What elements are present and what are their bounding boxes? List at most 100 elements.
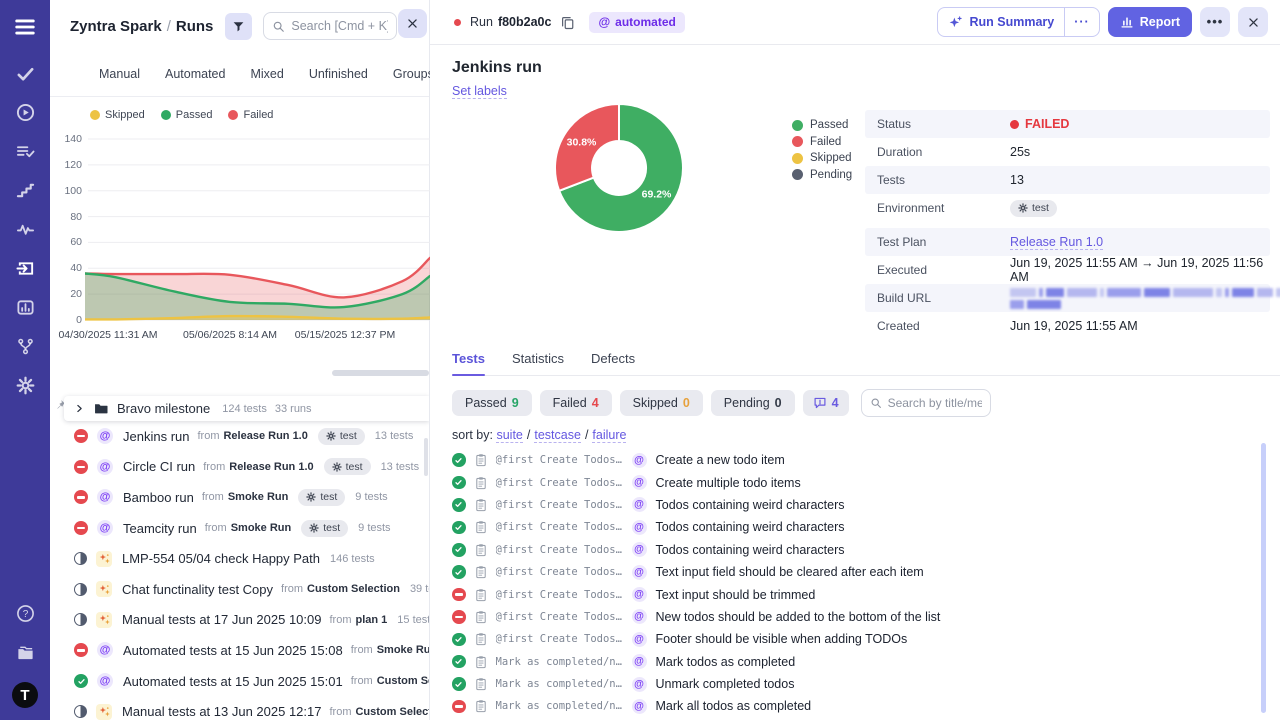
milestones-icon[interactable] bbox=[16, 181, 35, 200]
test-row[interactable]: @first Create Todos…@New todos should be… bbox=[452, 606, 1280, 628]
test-title[interactable]: Todos containing weird characters bbox=[656, 520, 845, 534]
run-row[interactable]: @Automated tests at 15 Jun 2025 15:01fro… bbox=[50, 666, 429, 697]
run-row[interactable]: @Circle CI runfromRelease Run 1.0test13 … bbox=[50, 452, 429, 483]
test-title[interactable]: New todos should be added to the bottom … bbox=[656, 610, 941, 624]
tests-search-input[interactable] bbox=[888, 396, 982, 410]
run-summary-button[interactable]: Run Summary ··· bbox=[937, 7, 1099, 37]
filter-passed-button[interactable]: Passed9 bbox=[452, 390, 532, 416]
activity-icon[interactable] bbox=[16, 220, 35, 239]
test-row[interactable]: @first Create Todos…@Todos containing we… bbox=[452, 516, 1280, 538]
run-row[interactable]: @Automated tests at 15 Jun 2025 15:08fro… bbox=[50, 635, 429, 666]
tab-manual[interactable]: Manual bbox=[99, 67, 140, 81]
chart-scrollbar[interactable] bbox=[332, 370, 429, 376]
test-row[interactable]: @first Create Todos…@Text input field sh… bbox=[452, 561, 1280, 583]
copy-icon[interactable] bbox=[560, 15, 575, 30]
run-name[interactable]: Jenkins run bbox=[123, 429, 189, 444]
sort-by-suite[interactable]: suite bbox=[496, 428, 522, 443]
projects-icon[interactable] bbox=[16, 643, 35, 662]
test-title[interactable]: Mark all todos as completed bbox=[656, 699, 812, 713]
test-title[interactable]: Todos containing weird characters bbox=[656, 498, 845, 512]
menu-icon[interactable] bbox=[14, 16, 36, 38]
test-row[interactable]: @first Create Todos…@Create a new todo i… bbox=[452, 449, 1280, 471]
donut-legend-item[interactable]: Passed bbox=[792, 119, 852, 131]
status-failed-icon bbox=[74, 429, 88, 443]
run-row[interactable]: @Bamboo runfromSmoke Runtest9 tests bbox=[50, 482, 429, 513]
test-row[interactable]: @first Create Todos…@Text input should b… bbox=[452, 583, 1280, 605]
legend-item[interactable]: Passed bbox=[161, 109, 213, 121]
run-summary-more-button[interactable]: ··· bbox=[1064, 8, 1099, 36]
test-row[interactable]: Mark as completed/n…@Unmark completed to… bbox=[452, 673, 1280, 695]
tab-tests[interactable]: Tests bbox=[452, 351, 485, 375]
close-run-button[interactable] bbox=[1238, 7, 1268, 37]
legend-item[interactable]: Skipped bbox=[90, 109, 145, 121]
test-row[interactable]: @first Create Todos…@Footer should be vi… bbox=[452, 628, 1280, 650]
sort-by-testcase[interactable]: testcase bbox=[534, 428, 581, 443]
test-title[interactable]: Todos containing weird characters bbox=[656, 543, 845, 557]
test-title[interactable]: Mark todos as completed bbox=[656, 655, 796, 669]
test-plans-icon[interactable] bbox=[16, 142, 35, 161]
test-row[interactable]: @first Create Todos…@Todos containing we… bbox=[452, 494, 1280, 516]
comments-filter-button[interactable]: 4 bbox=[803, 390, 849, 416]
tasks-icon[interactable] bbox=[16, 64, 35, 83]
run-name[interactable]: Bamboo run bbox=[123, 490, 194, 505]
test-title[interactable]: Text input field should be cleared after… bbox=[656, 565, 924, 579]
app-logo[interactable]: T bbox=[12, 682, 38, 708]
run-name[interactable]: LMP-554 05/04 check Happy Path bbox=[122, 551, 320, 566]
donut-legend-item[interactable]: Pending bbox=[792, 169, 852, 181]
settings-icon[interactable] bbox=[16, 376, 35, 395]
legend-item[interactable]: Failed bbox=[228, 109, 273, 121]
test-title[interactable]: Unmark completed todos bbox=[656, 677, 795, 691]
tab-unfinished[interactable]: Unfinished bbox=[309, 67, 368, 81]
donut-legend-item[interactable]: Failed bbox=[792, 136, 852, 148]
test-title[interactable]: Create a new todo item bbox=[656, 453, 785, 467]
tab-mixed[interactable]: Mixed bbox=[250, 67, 283, 81]
run-import-icon[interactable] bbox=[16, 259, 35, 278]
test-row[interactable]: Mark as completed/n…@Mark all todos as c… bbox=[452, 695, 1280, 717]
run-name[interactable]: Teamcity run bbox=[123, 521, 197, 536]
test-title[interactable]: Create multiple todo items bbox=[656, 476, 801, 490]
run-row[interactable]: @Jenkins runfromRelease Run 1.0test13 te… bbox=[50, 421, 429, 452]
test-title[interactable]: Text input should be trimmed bbox=[656, 588, 816, 602]
panel-close-button[interactable] bbox=[398, 9, 427, 38]
search-input[interactable] bbox=[291, 19, 388, 33]
milestone-name[interactable]: Bravo milestone bbox=[117, 401, 210, 416]
filter-failed-button[interactable]: Failed4 bbox=[540, 390, 612, 416]
donut-legend-item[interactable]: Skipped bbox=[792, 152, 852, 164]
test-plan-link[interactable]: Release Run 1.0 bbox=[1010, 235, 1103, 250]
tab-automated[interactable]: Automated bbox=[165, 67, 225, 81]
filter-button[interactable] bbox=[225, 13, 252, 40]
run-row[interactable]: Chat functinality test CopyfromCustom Se… bbox=[50, 574, 429, 605]
filter-pending-button[interactable]: Pending0 bbox=[711, 390, 795, 416]
run-name[interactable]: Manual tests at 13 Jun 2025 12:17 bbox=[122, 704, 321, 719]
run-name[interactable]: Automated tests at 15 Jun 2025 15:01 bbox=[123, 674, 343, 689]
run-row[interactable]: LMP-554 05/04 check Happy Path146 tests bbox=[50, 543, 429, 574]
run-name[interactable]: Chat functinality test Copy bbox=[122, 582, 273, 597]
integrations-icon[interactable] bbox=[16, 337, 35, 356]
run-row[interactable]: @Teamcity runfromSmoke Runtest9 tests bbox=[50, 513, 429, 544]
tab-statistics[interactable]: Statistics bbox=[512, 351, 564, 375]
run-name[interactable]: Circle CI run bbox=[123, 459, 195, 474]
run-name[interactable]: Automated tests at 15 Jun 2025 15:08 bbox=[123, 643, 343, 658]
more-actions-button[interactable]: ••• bbox=[1200, 7, 1230, 37]
run-row[interactable]: Manual tests at 17 Jun 2025 10:09frompla… bbox=[50, 605, 429, 636]
test-row[interactable]: Mark as completed/n…@Mark todos as compl… bbox=[452, 651, 1280, 673]
set-labels-link[interactable]: Set labels bbox=[452, 84, 507, 99]
tab-defects[interactable]: Defects bbox=[591, 351, 635, 375]
test-row[interactable]: @first Create Todos…@Create multiple tod… bbox=[452, 471, 1280, 493]
analytics-icon[interactable] bbox=[16, 298, 35, 317]
project-name[interactable]: Zyntra Spark bbox=[70, 18, 162, 35]
test-row[interactable]: @first Create Todos…@Todos containing we… bbox=[452, 539, 1280, 561]
tab-groups[interactable]: Groups bbox=[393, 67, 434, 81]
run-row[interactable]: Manual tests at 13 Jun 2025 12:17fromCus… bbox=[50, 696, 429, 720]
test-list-scrollbar[interactable] bbox=[1261, 443, 1266, 713]
chevron-right-icon[interactable] bbox=[74, 403, 85, 414]
filter-skipped-button[interactable]: Skipped0 bbox=[620, 390, 703, 416]
help-icon[interactable]: ? bbox=[16, 604, 35, 623]
runs-icon[interactable] bbox=[16, 103, 35, 122]
clipboard-icon bbox=[474, 588, 488, 602]
test-title[interactable]: Footer should be visible when adding TOD… bbox=[656, 632, 908, 646]
run-name[interactable]: Manual tests at 17 Jun 2025 10:09 bbox=[122, 612, 321, 627]
milestone-row[interactable]: Bravo milestone 124 tests 33 runs bbox=[64, 396, 429, 421]
sort-by-failure[interactable]: failure bbox=[592, 428, 626, 443]
report-button[interactable]: Report bbox=[1108, 7, 1192, 37]
